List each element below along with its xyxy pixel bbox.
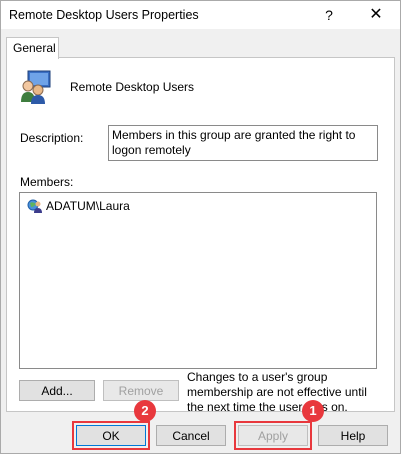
apply-highlight-box [234,421,312,450]
step-1-badge: 1 [302,400,324,422]
close-button[interactable]: ✕ [356,1,396,29]
user-group-icon [21,70,51,104]
description-label: Description: [20,131,84,145]
window-title: Remote Desktop Users Properties [9,8,199,22]
remove-button[interactable]: Remove [103,380,179,401]
help-title-button[interactable]: ? [309,1,349,29]
cancel-button[interactable]: Cancel [156,425,226,446]
membership-note: Changes to a user's group membership are… [187,370,367,414]
step-2-badge: 2 [134,400,156,422]
ok-highlight-box [72,421,150,450]
domain-user-icon [27,199,42,213]
description-field[interactable]: Members in this group are granted the ri… [108,125,378,161]
title-bar: Remote Desktop Users Properties ? ✕ [1,1,400,29]
member-name: ADATUM\Laura [46,199,130,213]
add-button[interactable]: Add... [19,380,95,401]
tab-general[interactable]: General [6,37,59,59]
members-list[interactable]: ADATUM\Laura [19,192,377,369]
members-label: Members: [20,175,74,189]
group-name: Remote Desktop Users [70,80,195,94]
tab-general-label: General [13,41,56,55]
description-text: Members in this group are granted the ri… [112,128,356,157]
help-button[interactable]: Help [318,425,388,446]
